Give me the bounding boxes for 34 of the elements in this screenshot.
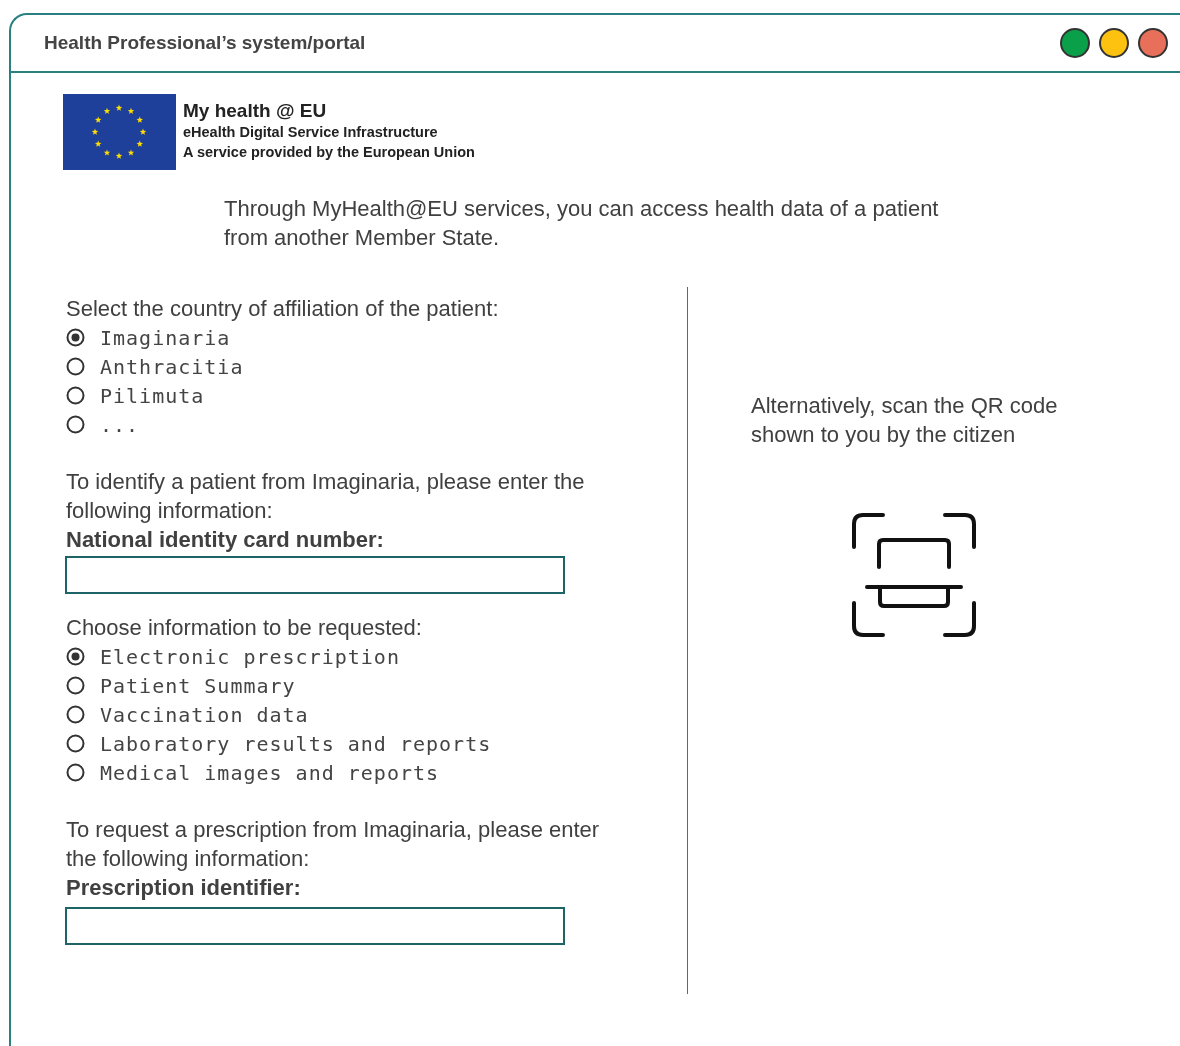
option-label: Pilimuta [100,382,205,410]
radio-button[interactable] [66,357,85,376]
option-label: Imaginaria [100,324,231,352]
field-label: National identity card number: [66,526,385,554]
option-label: Laboratory results and reports [100,730,492,758]
option-label: Anthracitia [100,353,244,381]
radio-button[interactable] [66,386,85,405]
field-label: Prescription identifier: [66,874,302,902]
radio-button[interactable] [66,705,85,724]
logo-title: My health @ EU [183,100,328,122]
window-title: Health Professional’s system/portal [44,30,366,55]
instruction-text: To identify a patient from Imaginaria, please enter the following information: [66,468,586,525]
option-label: Medical images and reports [100,759,440,787]
scan-instruction: Alternatively, scan the QR code shown to you by the citizen [751,392,1059,449]
option-label: ... [100,411,140,439]
radio-button[interactable] [66,734,85,753]
logo-tagline: A service provided by the European Union [183,143,475,162]
radio-button[interactable] [66,676,85,695]
logo-subtitle: eHealth Digital Service Infrastructure [183,123,439,142]
flag-icon [63,94,176,170]
instruction-text: To request a prescription from Imaginaria, please enter the following information: [66,816,601,873]
national-id-field[interactable] [65,556,565,594]
prescription-id-field[interactable] [65,907,565,945]
radio-button[interactable] [66,647,85,666]
radio-button[interactable] [66,763,85,782]
option-label: Patient Summary [100,672,296,700]
information-prompt: Choose information to be requested: [66,614,423,642]
scan-icon[interactable] [851,512,977,638]
option-label: Vaccination data [100,701,309,729]
intro-text: Through MyHealth@EU services, you can access health data of a patient from another Member State. [224,195,940,252]
radio-button[interactable] [66,415,85,434]
country-prompt: Select the country of affiliation of the patient: [66,295,500,323]
option-label: Electronic prescription [100,643,400,671]
radio-button[interactable] [66,328,85,347]
